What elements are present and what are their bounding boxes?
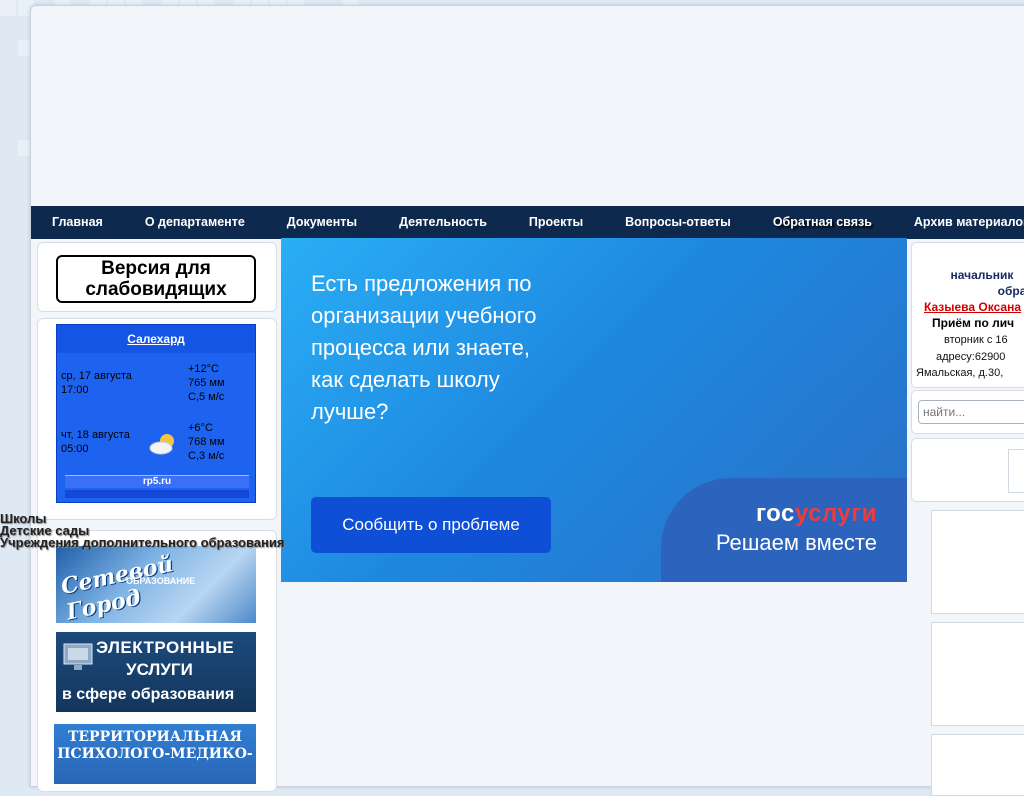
weather-day2-time: 05:00 [61, 443, 89, 455]
head-info-box: начальник обра Казыева Оксана Приём по л… [911, 242, 1024, 388]
nav-item-archive[interactable]: Архив материалов [893, 206, 1024, 239]
weather-day1-temp: +12°C [188, 363, 219, 375]
partly-cloudy-icon [149, 432, 179, 456]
reception-day: вторник с 16 [944, 332, 1024, 348]
hero-banner: Есть предложения по организации учебного… [281, 238, 907, 582]
search-box [911, 390, 1024, 434]
e-services-banner[interactable]: ЭЛЕКТРОННЫЕ УСЛУГИ в сфере образования [56, 632, 256, 712]
right-widget-frame [1008, 449, 1024, 493]
search-input[interactable] [918, 400, 1024, 424]
weather-day1-time: 17:00 [61, 384, 89, 396]
low-vision-button[interactable]: Версия для слабовидящих [56, 255, 256, 303]
nav-item-feedback[interactable]: Обратная связь [752, 206, 893, 239]
gosuslugi-logo-part2: услуги [795, 500, 877, 527]
nav-item-activity[interactable]: Деятельность [378, 206, 508, 239]
nav-item-faq[interactable]: Вопросы-ответы [604, 206, 752, 239]
link-additional-education[interactable]: Учреждения дополнительного образования [0, 537, 284, 549]
gosuslugi-tagline: Решаем вместе [716, 530, 877, 556]
reception-address1: адресу:62900 [936, 349, 1024, 365]
reception-label: Приём по лич [932, 315, 1024, 331]
main-navbar: Главная О департаменте Документы Деятель… [31, 206, 1024, 239]
page-container: Главная О департаменте Документы Деятель… [30, 5, 1024, 787]
nav-item-about[interactable]: О департаменте [124, 206, 266, 239]
net-city-banner-sub: ОБРАЗОВАНИЕ [126, 576, 195, 586]
nav-item-home[interactable]: Главная [31, 206, 124, 239]
weather-city-link[interactable]: Салехард [57, 325, 255, 353]
right-banner-slot-3[interactable] [931, 734, 1024, 796]
vision-box: Версия для слабовидящих [37, 242, 277, 312]
e-services-line2: УСЛУГИ [126, 660, 193, 680]
weather-footer-bar [65, 490, 249, 498]
nav-item-projects[interactable]: Проекты [508, 206, 604, 239]
territorial-line1: ТЕРРИТОРИАЛЬНАЯ [54, 729, 256, 746]
net-city-banner[interactable]: Сетевой Город ОБРАЗОВАНИЕ [56, 546, 256, 623]
weather-day1-pressure: 765 мм [188, 377, 225, 389]
right-banner-slot-1[interactable] [931, 510, 1024, 614]
weather-widget: Салехард ср, 17 августа 17:00 +12°C 765 мм… [56, 324, 256, 503]
weather-source-link[interactable]: rp5.ru [65, 475, 249, 488]
e-services-line1: ЭЛЕКТРОННЫЕ [96, 638, 234, 658]
hero-question: Есть предложения по организации учебного… [311, 268, 551, 428]
gosuslugi-logo-part1: гос [756, 500, 795, 527]
head-title-line2: обра [942, 283, 1024, 299]
right-widget-box [911, 438, 1024, 502]
territorial-line2: ПСИХОЛОГО-МЕДИКО- [54, 746, 256, 763]
weather-day2-wind: С,3 м/с [188, 450, 224, 462]
nav-item-documents[interactable]: Документы [266, 206, 378, 239]
weather-day1-wind: С,5 м/с [188, 391, 224, 403]
right-banner-slot-2[interactable] [931, 622, 1024, 726]
head-name-link[interactable]: Казыева Оксана [924, 299, 1024, 315]
weather-day1-date: ср, 17 августа [61, 370, 132, 382]
weather-day2-pressure: 768 мм [188, 436, 225, 448]
weather-day2-temp: +6°C [188, 422, 213, 434]
institution-links: Школы Детские сады Учреждения дополнител… [0, 513, 284, 549]
weather-day2-date: чт, 18 августа [61, 429, 130, 441]
header-area [31, 6, 1024, 206]
territorial-pmpk-banner[interactable]: ТЕРРИТОРИАЛЬНАЯ ПСИХОЛОГО-МЕДИКО- [54, 724, 256, 784]
gosuslugi-logo: госуслуги [756, 500, 877, 528]
head-title-line1: начальник [912, 267, 1024, 283]
e-services-line3: в сфере образования [62, 686, 234, 704]
background-square [0, 0, 16, 16]
report-problem-button[interactable]: Сообщить о проблеме [311, 497, 551, 553]
reception-address2: Ямальская, д.30, [916, 365, 1024, 381]
computer-icon [60, 638, 100, 678]
